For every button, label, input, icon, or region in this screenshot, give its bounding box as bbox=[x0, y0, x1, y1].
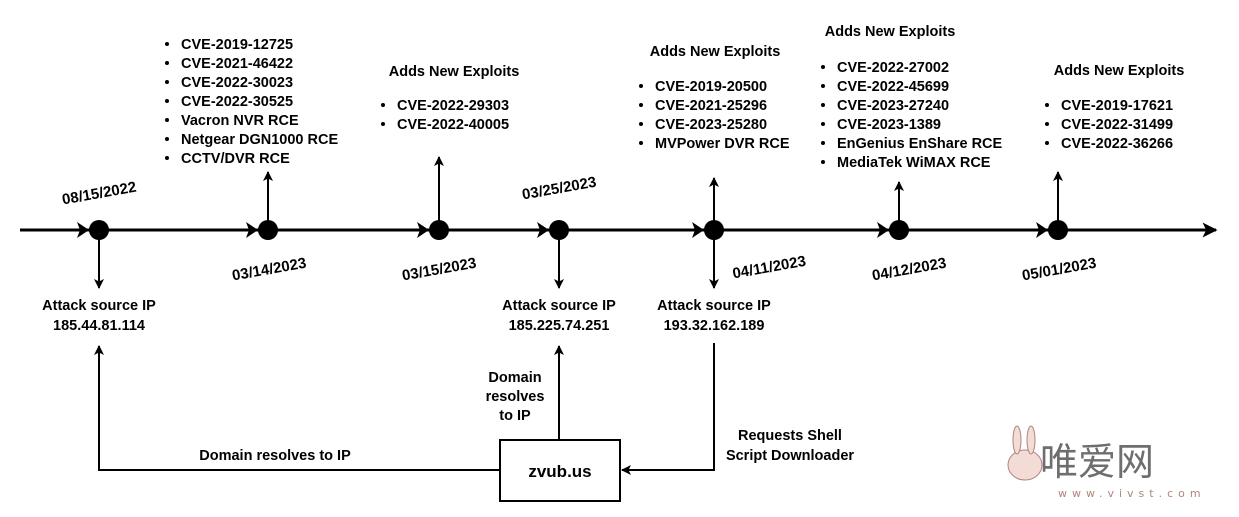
event-date: 03/15/2023 bbox=[401, 255, 478, 285]
bullet-icon bbox=[1045, 141, 1049, 145]
bullet-icon bbox=[1045, 103, 1049, 107]
event-date: 03/25/2023 bbox=[521, 174, 598, 204]
bullet-icon bbox=[381, 103, 385, 107]
bullet-icon bbox=[821, 141, 825, 145]
edge-label-right-2: Script Downloader bbox=[726, 448, 854, 464]
exploit-item: CCTV/DVR RCE bbox=[181, 151, 290, 167]
domain-label: zvub.us bbox=[528, 462, 591, 481]
bullet-icon bbox=[165, 118, 169, 122]
attack-source-ip: 193.32.162.189 bbox=[664, 318, 765, 334]
attack-source-label: Attack source IP bbox=[502, 298, 616, 314]
exploit-item: CVE-2023-1389 bbox=[837, 117, 941, 133]
exploit-item: CVE-2022-30023 bbox=[181, 75, 293, 91]
exploit-item: MVPower DVR RCE bbox=[655, 136, 790, 152]
event-date: 03/14/2023 bbox=[231, 255, 308, 285]
bullet-icon bbox=[821, 122, 825, 126]
timeline-axis: 08/15/2022 Attack source IP 185.44.81.114 0… bbox=[20, 24, 1218, 334]
bullet-icon bbox=[639, 84, 643, 88]
attack-source-label: Attack source IP bbox=[657, 298, 771, 314]
exploit-item: CVE-2022-45699 bbox=[837, 79, 949, 95]
bullet-icon bbox=[1045, 122, 1049, 126]
exploit-item: CVE-2019-17621 bbox=[1061, 98, 1173, 114]
bullet-icon bbox=[165, 61, 169, 65]
edge-label-middle-2: resolves bbox=[486, 389, 545, 405]
attack-source-label: Attack source IP bbox=[42, 298, 156, 314]
bullet-icon bbox=[165, 42, 169, 46]
edge-label-middle-1: Domain bbox=[488, 370, 541, 386]
exploits-title: Adds New Exploits bbox=[389, 64, 520, 80]
watermark-logo: 唯爱网 www.vivst.com bbox=[1007, 425, 1206, 500]
bullet-icon bbox=[165, 80, 169, 84]
exploit-item: CVE-2022-30525 bbox=[181, 94, 293, 110]
bullet-icon bbox=[639, 122, 643, 126]
event-date: 04/11/2023 bbox=[731, 253, 807, 283]
exploit-item: CVE-2023-25280 bbox=[655, 117, 767, 133]
edge-label-left: Domain resolves to IP bbox=[199, 448, 351, 464]
exploit-item: CVE-2022-29303 bbox=[397, 98, 509, 114]
exploit-item: Vacron NVR RCE bbox=[181, 113, 299, 129]
exploit-item: CVE-2019-12725 bbox=[181, 37, 293, 53]
edge-label-middle-3: to IP bbox=[499, 408, 531, 424]
attack-source-ip: 185.225.74.251 bbox=[509, 318, 610, 334]
exploit-item: Netgear DGN1000 RCE bbox=[181, 132, 338, 148]
bullet-icon bbox=[821, 103, 825, 107]
exploit-item: CVE-2023-27240 bbox=[837, 98, 949, 114]
exploits-title: Adds New Exploits bbox=[1054, 63, 1185, 79]
bullet-icon bbox=[821, 160, 825, 164]
bullet-icon bbox=[639, 141, 643, 145]
exploit-item: MediaTek WiMAX RCE bbox=[837, 155, 991, 171]
exploits-title: Adds New Exploits bbox=[650, 44, 781, 60]
event-date: 08/15/2022 bbox=[61, 179, 138, 209]
bullet-icon bbox=[381, 122, 385, 126]
event-date: 05/01/2023 bbox=[1021, 255, 1098, 285]
bullet-icon bbox=[821, 84, 825, 88]
exploit-item: CVE-2019-20500 bbox=[655, 79, 767, 95]
edge-ip3-to-domain bbox=[621, 343, 715, 475]
exploit-item: CVE-2022-27002 bbox=[837, 60, 949, 76]
bullet-icon bbox=[165, 137, 169, 141]
exploit-item: CVE-2021-25296 bbox=[655, 98, 767, 114]
bullet-icon bbox=[165, 156, 169, 160]
edge-label-right-1: Requests Shell bbox=[738, 428, 842, 444]
event-date: 04/12/2023 bbox=[871, 255, 948, 285]
svg-text:www.vivst.com: www.vivst.com bbox=[1058, 487, 1206, 500]
exploit-item: CVE-2022-31499 bbox=[1061, 117, 1173, 133]
exploit-item: CVE-2022-36266 bbox=[1061, 136, 1173, 152]
exploits-title: Adds New Exploits bbox=[825, 24, 956, 40]
exploit-item: EnGenius EnShare RCE bbox=[837, 136, 1003, 152]
exploit-item: CVE-2021-46422 bbox=[181, 56, 293, 72]
timeline-diagram: 08/15/2022 Attack source IP 185.44.81.114 0… bbox=[20, 24, 1218, 502]
attack-source-ip: 185.44.81.114 bbox=[53, 318, 145, 334]
bullet-icon bbox=[639, 103, 643, 107]
bullet-icon bbox=[821, 65, 825, 69]
svg-text:唯爱网: 唯爱网 bbox=[1040, 440, 1154, 484]
bullet-icon bbox=[165, 99, 169, 103]
exploit-item: CVE-2022-40005 bbox=[397, 117, 509, 133]
